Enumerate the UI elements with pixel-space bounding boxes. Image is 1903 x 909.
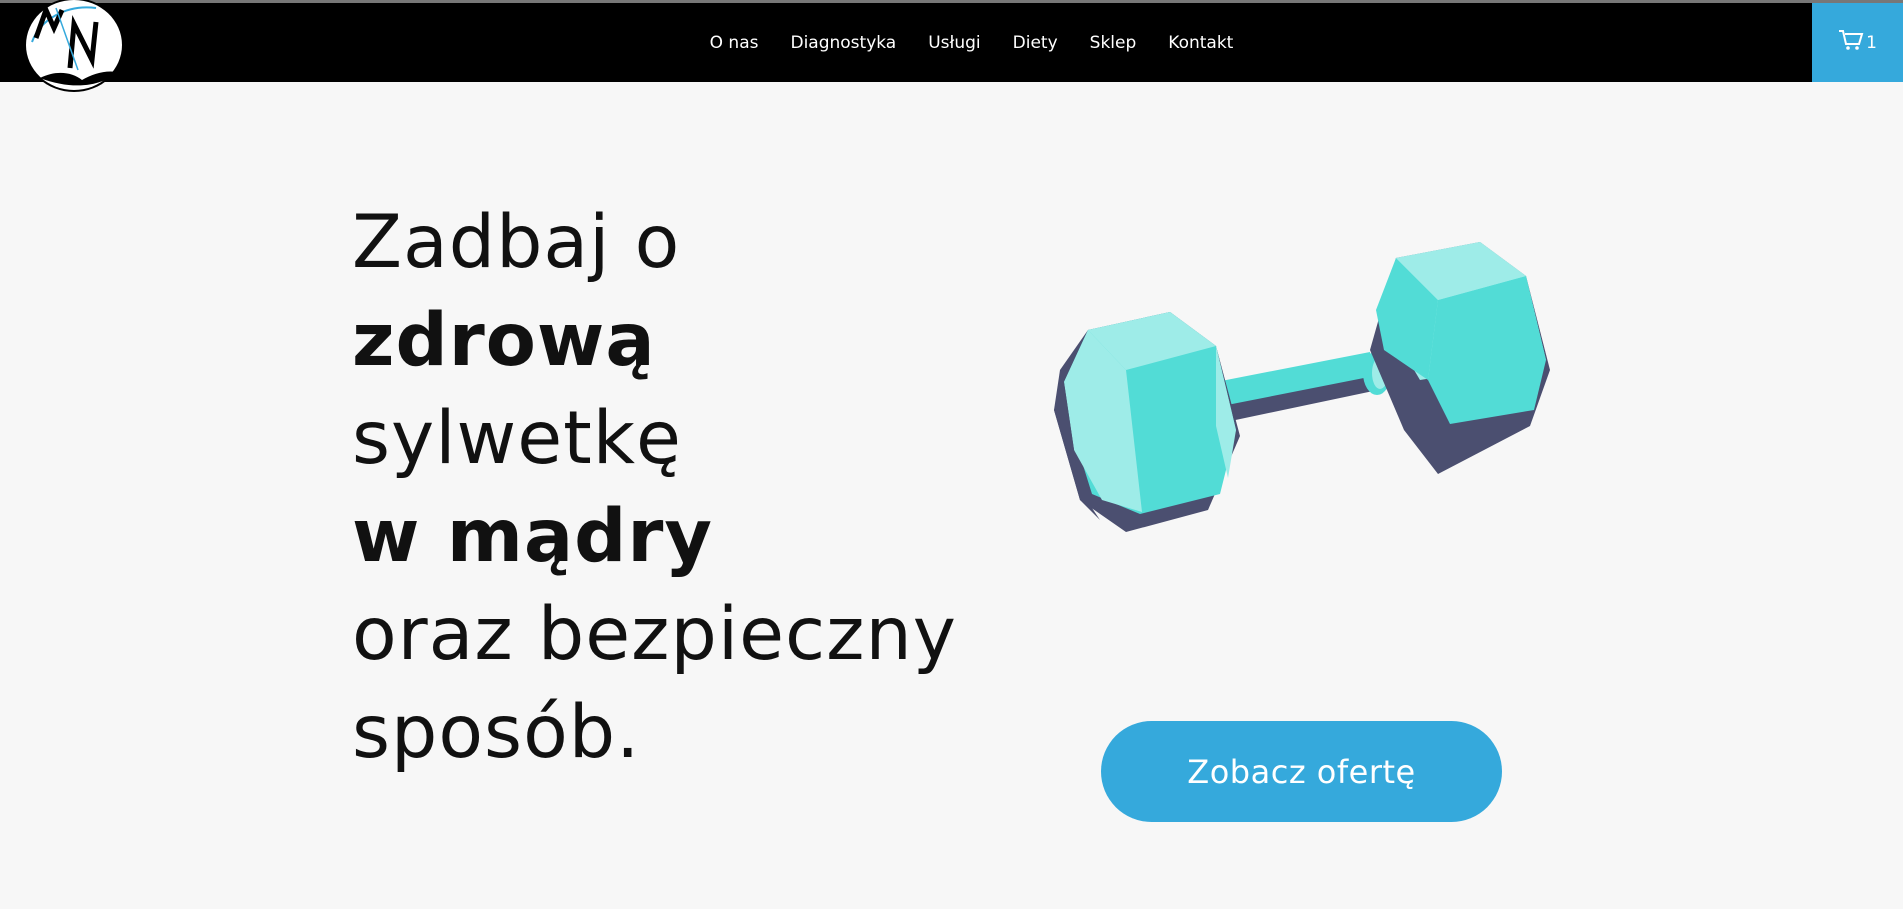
hero-line-1: Zadbaj o bbox=[352, 200, 681, 285]
site-header: O nas Diagnostyka Usługi Diety Sklep Kon… bbox=[0, 3, 1903, 82]
nav-item-uslugi[interactable]: Usługi bbox=[928, 33, 980, 53]
nav-item-diagnostyka[interactable]: Diagnostyka bbox=[790, 33, 896, 53]
site-logo[interactable] bbox=[26, 0, 122, 90]
nav-item-sklep[interactable]: Sklep bbox=[1090, 33, 1137, 53]
hero-line-2: zdrową bbox=[352, 298, 656, 383]
cart-count: 1 bbox=[1866, 32, 1877, 53]
hero-line-6: sposób. bbox=[352, 690, 641, 775]
cart-button[interactable]: 1 bbox=[1812, 3, 1903, 82]
cart-icon bbox=[1838, 29, 1866, 56]
nav-item-kontakt[interactable]: Kontakt bbox=[1168, 33, 1233, 53]
hero-line-3: sylwetkę bbox=[352, 396, 682, 481]
hero-line-5: oraz bezpieczny bbox=[352, 592, 957, 677]
hero-heading: Zadbaj o zdrową sylwetkę w mądry oraz be… bbox=[352, 194, 957, 782]
hero-line-4: w mądry bbox=[352, 494, 714, 579]
dumbbell-illustration bbox=[1040, 230, 1560, 570]
nav-item-diety[interactable]: Diety bbox=[1013, 33, 1058, 53]
view-offer-button[interactable]: Zobacz ofertę bbox=[1101, 721, 1502, 822]
nav-item-o-nas[interactable]: O nas bbox=[710, 33, 759, 53]
main-nav: O nas Diagnostyka Usługi Diety Sklep Kon… bbox=[0, 3, 1903, 82]
